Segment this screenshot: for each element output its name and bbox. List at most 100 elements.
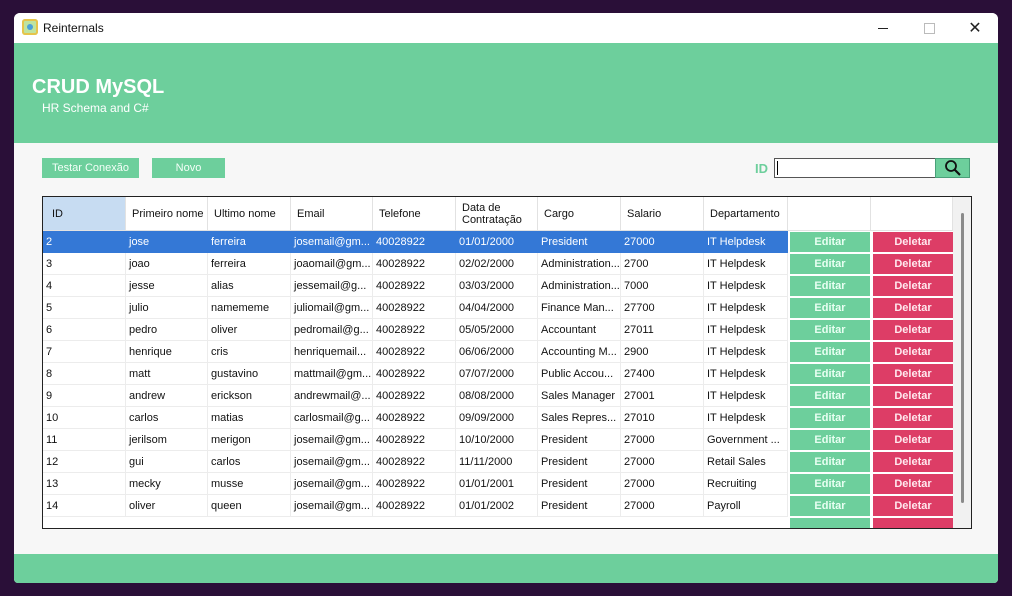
delete-button[interactable]: Deletar [873,474,953,494]
table-cell[interactable]: 40028922 [373,385,456,407]
table-cell[interactable]: pedromail@g... [291,319,373,341]
table-cell[interactable]: 6 [43,319,126,341]
table-cell[interactable]: mecky [126,473,208,495]
table-cell[interactable]: IT Helpdesk [704,407,788,429]
table-cell[interactable]: 07/07/2000 [456,363,538,385]
table-cell[interactable]: 14 [43,495,126,517]
table-cell[interactable]: Sales Repres... [538,407,621,429]
table-cell[interactable]: jessemail@g... [291,275,373,297]
table-cell[interactable]: Public Accou... [538,363,621,385]
table-cell[interactable]: 10 [43,407,126,429]
table-cell[interactable]: musse [208,473,291,495]
table-cell[interactable]: josemail@gm... [291,495,373,517]
table-cell[interactable]: Retail Sales [704,451,788,473]
table-cell[interactable]: Finance Man... [538,297,621,319]
column-header-action[interactable] [788,197,871,231]
table-cell[interactable]: IT Helpdesk [704,253,788,275]
table-row[interactable]: 11 jerilsom merigon josemail@gm... 40028922 1… [43,429,953,451]
table-cell[interactable]: jerilsom [126,429,208,451]
delete-button[interactable]: Deletar [873,320,953,340]
edit-button[interactable]: Editar [790,364,870,384]
table-cell[interactable]: andrewmail@... [291,385,373,407]
table-cell[interactable]: 8 [43,363,126,385]
edit-button[interactable]: Editar [790,320,870,340]
table-cell[interactable]: 11 [43,429,126,451]
table-row[interactable]: 2 jose ferreira josemail@gm... 40028922 01/01… [43,231,953,253]
table-cell[interactable]: 27000 [621,473,704,495]
table-cell[interactable]: merigon [208,429,291,451]
edit-button[interactable]: Editar [790,298,870,318]
table-cell[interactable]: 5 [43,297,126,319]
table-cell[interactable]: 27011 [621,319,704,341]
delete-button[interactable] [873,518,953,528]
edit-button[interactable]: Editar [790,496,870,516]
table-row[interactable]: 5 julio namememe juliomail@gm... 40028922 04/… [43,297,953,319]
table-cell[interactable]: 3 [43,253,126,275]
table-cell[interactable]: josemail@gm... [291,451,373,473]
table-cell[interactable]: alias [208,275,291,297]
table-cell[interactable]: carlos [208,451,291,473]
table-cell[interactable]: gui [126,451,208,473]
table-cell[interactable]: 27000 [621,231,704,253]
table-row[interactable]: 4 jesse alias jessemail@g... 40028922 03/03/2… [43,275,953,297]
edit-button[interactable]: Editar [790,276,870,296]
table-row[interactable]: 7 henrique cris henriquemail... 40028922 06/0… [43,341,953,363]
table-cell[interactable]: President [538,473,621,495]
table-cell[interactable]: 05/05/2000 [456,319,538,341]
table-cell[interactable]: gustavino [208,363,291,385]
table-cell[interactable]: 40028922 [373,451,456,473]
table-cell[interactable]: joao [126,253,208,275]
column-header[interactable]: Salario [621,197,704,231]
table-cell[interactable]: 40028922 [373,341,456,363]
table-cell[interactable]: carlosmail@g... [291,407,373,429]
table-cell[interactable]: 02/02/2000 [456,253,538,275]
table-cell[interactable]: Accountant [538,319,621,341]
delete-button[interactable]: Deletar [873,276,953,296]
table-cell[interactable]: mattmail@gm... [291,363,373,385]
edit-button[interactable]: Editar [790,452,870,472]
table-cell[interactable]: carlos [126,407,208,429]
delete-button[interactable]: Deletar [873,298,953,318]
edit-button[interactable]: Editar [790,474,870,494]
table-cell[interactable]: 13 [43,473,126,495]
table-cell[interactable]: IT Helpdesk [704,275,788,297]
table-cell[interactable]: IT Helpdesk [704,231,788,253]
new-button[interactable]: Novo [152,158,225,178]
table-cell[interactable]: 27000 [621,451,704,473]
column-header[interactable]: Cargo [538,197,621,231]
table-cell[interactable]: 27000 [621,429,704,451]
vertical-scrollbar[interactable] [953,197,971,528]
table-cell[interactable]: ferreira [208,253,291,275]
table-cell[interactable]: 40028922 [373,275,456,297]
table-cell[interactable]: 40028922 [373,429,456,451]
table-row[interactable]: 3 joao ferreira joaomail@gm... 40028922 02/02… [43,253,953,275]
minimize-button[interactable] [860,13,906,43]
table-cell[interactable]: 27001 [621,385,704,407]
table-cell[interactable]: 06/06/2000 [456,341,538,363]
table-cell[interactable]: 4 [43,275,126,297]
column-header[interactable]: ID [43,197,126,231]
delete-button[interactable]: Deletar [873,408,953,428]
edit-button[interactable]: Editar [790,408,870,428]
id-search-input[interactable] [774,158,936,178]
edit-button[interactable]: Editar [790,430,870,450]
table-cell[interactable]: pedro [126,319,208,341]
column-header[interactable]: Primeiro nome [126,197,208,231]
table-cell[interactable]: 09/09/2000 [456,407,538,429]
table-cell[interactable]: joaomail@gm... [291,253,373,275]
table-cell[interactable]: ferreira [208,231,291,253]
table-cell[interactable]: Sales Manager [538,385,621,407]
search-button[interactable] [935,158,970,178]
table-cell[interactable]: IT Helpdesk [704,297,788,319]
table-cell[interactable]: 10/10/2000 [456,429,538,451]
table-cell[interactable]: 40028922 [373,297,456,319]
table-cell[interactable]: 40028922 [373,473,456,495]
table-cell[interactable]: 40028922 [373,253,456,275]
new-row-placeholder[interactable] [43,517,953,528]
column-header[interactable]: Data de Contratação [456,197,538,231]
delete-button[interactable]: Deletar [873,386,953,406]
column-header[interactable]: Telefone [373,197,456,231]
table-cell[interactable]: 40028922 [373,363,456,385]
delete-button[interactable]: Deletar [873,232,953,252]
table-cell[interactable]: namememe [208,297,291,319]
